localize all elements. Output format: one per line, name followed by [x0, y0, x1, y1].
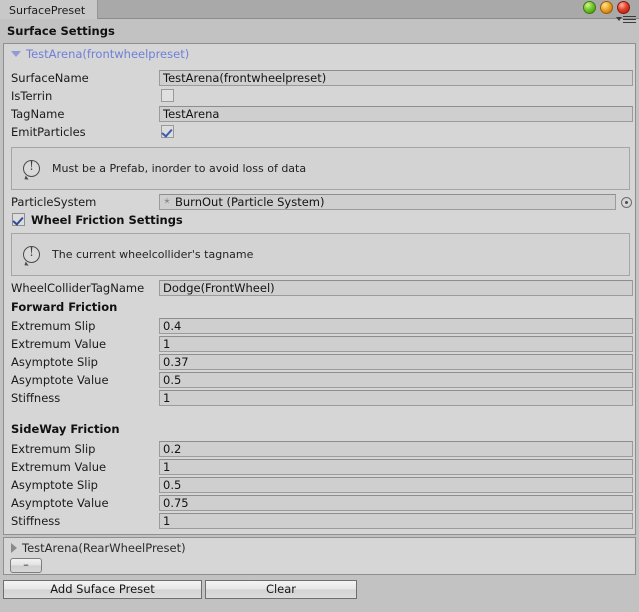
menu-dropdown-icon[interactable] — [614, 15, 636, 26]
tab-bar: SurfacePreset — [0, 0, 639, 23]
label-wheel-friction-settings: Wheel Friction Settings — [31, 213, 183, 227]
label-isterrin: IsTerrin — [11, 89, 53, 103]
label-fwd-asymptote-value: Asymptote Value — [11, 373, 109, 387]
row-side-stiffness: Stiffness 1 — [4, 512, 635, 530]
info-icon — [23, 245, 40, 263]
row-particlesystem: ParticleSystem BurnOut (Particle System) — [4, 193, 635, 211]
label-fwd-stiffness: Stiffness — [11, 391, 61, 405]
row-emitparticles: EmitParticles — [4, 123, 635, 141]
helpbox-tagname-text: The current wheelcollider's tagname — [52, 248, 254, 261]
label-side-asymptote-slip: Asymptote Slip — [11, 478, 98, 492]
row-side-extremum-slip: Extremum Slip 0.2 — [4, 440, 635, 458]
particle-system-icon — [163, 195, 172, 209]
heading-sideway-friction: SideWay Friction — [11, 422, 120, 436]
label-tagname: TagName — [11, 107, 65, 121]
row-wheelcollidertagname: WheelColliderTagName Dodge(FrontWheel) — [4, 279, 635, 297]
input-side-asymptote-value[interactable]: 0.75 — [159, 495, 633, 511]
surface-preset-panel: TestArena(frontwheelpreset) SurfaceName … — [3, 43, 636, 535]
window-controls — [583, 1, 635, 15]
maximize-orb-icon[interactable] — [600, 1, 613, 14]
helpbox-prefab-text: Must be a Prefab, inorder to avoid loss … — [52, 162, 307, 175]
objectfield-particlesystem-value: BurnOut (Particle System) — [175, 195, 325, 209]
label-emitparticles: EmitParticles — [11, 125, 86, 139]
input-side-extremum-slip[interactable]: 0.2 — [159, 441, 633, 457]
input-side-extremum-value[interactable]: 1 — [159, 459, 633, 475]
row-side-asymptote-slip: Asymptote Slip 0.5 — [4, 476, 635, 494]
label-wheelcollidertagname: WheelColliderTagName — [11, 281, 145, 295]
row-isterrin: IsTerrin — [4, 87, 635, 105]
add-surface-preset-button[interactable]: Add Suface Preset — [3, 580, 202, 599]
row-wheel-friction-settings[interactable]: Wheel Friction Settings — [4, 211, 635, 229]
foldout-rearwheelpreset[interactable]: TestArena(RearWheelPreset) — [4, 538, 635, 558]
row-fwd-extremum-slip: Extremum Slip 0.4 — [4, 317, 635, 335]
checkbox-wheel-friction-settings[interactable] — [12, 213, 25, 226]
foldout-label: TestArena(frontwheelpreset) — [26, 47, 190, 61]
info-icon — [23, 159, 40, 177]
label-particlesystem: ParticleSystem — [11, 195, 97, 209]
inspector-window: SurfacePreset Surface Settings TestArena… — [0, 0, 639, 612]
chevron-right-icon — [11, 542, 17, 553]
checkbox-emitparticles[interactable] — [161, 125, 174, 138]
heading-forward-friction: Forward Friction — [11, 300, 118, 314]
label-side-extremum-value: Extremum Value — [11, 460, 107, 474]
input-surfacename[interactable]: TestArena(frontwheelpreset) — [159, 70, 633, 86]
foldout-label-rear: TestArena(RearWheelPreset) — [22, 541, 186, 555]
label-side-extremum-slip: Extremum Slip — [11, 442, 96, 456]
remove-preset-button[interactable]: – — [10, 558, 42, 573]
input-side-stiffness[interactable]: 1 — [159, 513, 633, 529]
label-fwd-asymptote-slip: Asymptote Slip — [11, 355, 98, 369]
row-tagname: TagName TestArena — [4, 105, 635, 123]
label-side-asymptote-value: Asymptote Value — [11, 496, 109, 510]
label-side-stiffness: Stiffness — [11, 514, 61, 528]
chevron-down-icon — [11, 50, 21, 57]
input-fwd-extremum-slip[interactable]: 0.4 — [159, 318, 633, 334]
input-fwd-stiffness[interactable]: 1 — [159, 390, 633, 406]
minimize-orb-icon[interactable] — [583, 1, 596, 14]
label-surfacename: SurfaceName — [11, 71, 89, 85]
input-fwd-extremum-value[interactable]: 1 — [159, 336, 633, 352]
helpbox-prefab: Must be a Prefab, inorder to avoid loss … — [11, 147, 630, 190]
row-surfacename: SurfaceName TestArena(frontwheelpreset) — [4, 69, 635, 87]
input-fwd-asymptote-slip[interactable]: 0.37 — [159, 354, 633, 370]
input-fwd-asymptote-value[interactable]: 0.5 — [159, 372, 633, 388]
row-fwd-stiffness: Stiffness 1 — [4, 389, 635, 407]
surface-preset-panel-rear: TestArena(RearWheelPreset) – — [3, 537, 636, 575]
page-title: Surface Settings — [7, 24, 115, 38]
helpbox-tagname: The current wheelcollider's tagname — [11, 233, 630, 276]
input-tagname[interactable]: TestArena — [159, 106, 633, 122]
label-fwd-extremum-slip: Extremum Slip — [11, 319, 96, 333]
row-fwd-asymptote-value: Asymptote Value 0.5 — [4, 371, 635, 389]
object-picker-icon[interactable] — [621, 197, 632, 208]
close-orb-icon[interactable] — [617, 1, 630, 14]
checkbox-isterrin[interactable] — [161, 89, 174, 102]
objectfield-particlesystem[interactable]: BurnOut (Particle System) — [159, 194, 616, 210]
foldout-frontwheelpreset[interactable]: TestArena(frontwheelpreset) — [4, 44, 635, 64]
label-fwd-extremum-value: Extremum Value — [11, 337, 107, 351]
row-fwd-asymptote-slip: Asymptote Slip 0.37 — [4, 353, 635, 371]
row-side-extremum-value: Extremum Value 1 — [4, 458, 635, 476]
row-side-asymptote-value: Asymptote Value 0.75 — [4, 494, 635, 512]
row-fwd-extremum-value: Extremum Value 1 — [4, 335, 635, 353]
input-side-asymptote-slip[interactable]: 0.5 — [159, 477, 633, 493]
clear-button[interactable]: Clear — [205, 580, 357, 599]
tab-surfacepreset[interactable]: SurfacePreset — [0, 0, 99, 19]
input-wheelcollidertagname[interactable]: Dodge(FrontWheel) — [159, 280, 633, 296]
